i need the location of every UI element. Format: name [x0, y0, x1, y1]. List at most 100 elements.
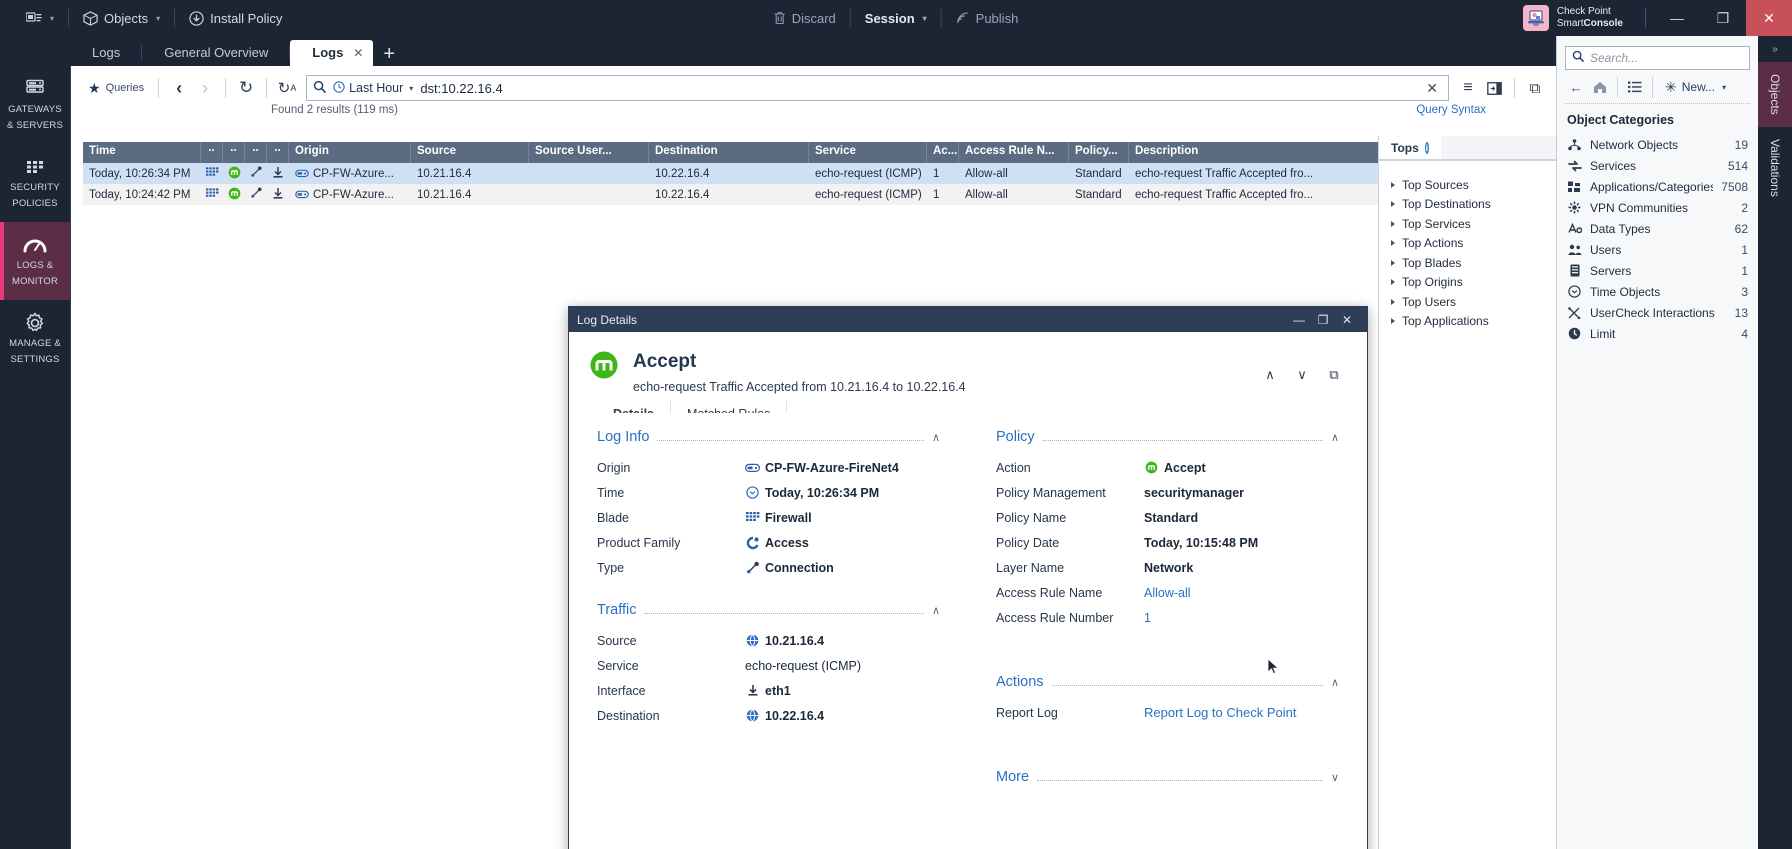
session-button[interactable]: Session ▾ — [853, 5, 939, 31]
auto-refresh-button[interactable]: ↻A — [274, 75, 300, 101]
close-button[interactable]: ✕ — [1746, 0, 1792, 36]
tops-item-top-origins[interactable]: Top Origins — [1391, 273, 1556, 293]
collapse-panel-icon[interactable]: » — [1758, 36, 1792, 62]
collapse-policy-icon[interactable]: ∧ — [1331, 431, 1339, 444]
home-icon[interactable] — [1589, 77, 1611, 97]
back-button[interactable]: ← — [1565, 77, 1587, 97]
table-row[interactable]: Today, 10:26:34 PM CP-FW-Azure... 10.21.… — [83, 163, 1544, 184]
tops-item-top-sources[interactable]: Top Sources — [1391, 175, 1556, 195]
query-syntax-link[interactable]: Query Syntax — [1416, 104, 1486, 116]
tops-item-top-applications[interactable]: Top Applications — [1391, 312, 1556, 332]
tops-item-top-actions[interactable]: Top Actions — [1391, 234, 1556, 254]
query-input-value[interactable]: dst:10.22.16.4 — [420, 81, 1415, 96]
copy-button[interactable]: ⧉ — [1321, 364, 1347, 386]
maximize-button[interactable]: ❐ — [1700, 0, 1746, 36]
dialog-close-button[interactable]: ✕ — [1335, 307, 1359, 332]
col-icon-4[interactable]: .. — [267, 142, 289, 163]
object-category-servers[interactable]: Servers 1 — [1557, 260, 1758, 281]
dialog-minimize-button[interactable]: — — [1287, 307, 1311, 332]
col-time[interactable]: Time — [83, 142, 201, 163]
tab-close-icon[interactable]: ✕ — [353, 46, 363, 60]
field-access-rule-number-value[interactable]: 1 — [1144, 611, 1151, 625]
object-category-data-types[interactable]: Data Types 62 — [1557, 218, 1758, 239]
refresh-button[interactable]: ↻ — [233, 75, 259, 101]
sidebar-item-security-policies[interactable]: SECURITY POLICIES — [0, 144, 70, 222]
right-rail: » Objects Validations — [1758, 36, 1792, 849]
field-blade-key: Blade — [597, 511, 745, 525]
object-category-network-objects[interactable]: Network Objects 19 — [1557, 134, 1758, 155]
col-action[interactable]: Ac... — [927, 142, 959, 163]
sidebar-item-logs-monitor[interactable]: LOGS & MONITOR — [0, 222, 70, 300]
object-category-limit[interactable]: Limit 4 — [1557, 323, 1758, 344]
previous-log-button[interactable]: ∧ — [1257, 364, 1283, 386]
list-icon[interactable] — [1624, 77, 1646, 97]
tops-item-top-services[interactable]: Top Services — [1391, 214, 1556, 234]
field-blade-value: Firewall — [745, 511, 812, 525]
detach-panel-button[interactable]: ⧉ — [1522, 75, 1548, 101]
dotted-rule — [644, 613, 923, 614]
interface-icon — [267, 187, 289, 203]
field-time-key: Time — [597, 486, 745, 500]
tab-logs-1[interactable]: Logs — [70, 40, 142, 66]
sidebar-item-manage-settings[interactable]: MANAGE & SETTINGS — [0, 300, 70, 378]
expand-more-icon[interactable]: ∨ — [1331, 771, 1339, 784]
col-source-user[interactable]: Source User... — [529, 142, 649, 163]
object-category-time-objects[interactable]: Time Objects 3 — [1557, 281, 1758, 302]
table-row[interactable]: Today, 10:24:42 PM CP-FW-Azure... 10.21.… — [83, 184, 1544, 205]
objects-search-box[interactable]: Search... — [1565, 46, 1750, 70]
session-menu-button[interactable]: ▾ — [14, 5, 66, 31]
time-range-selector[interactable]: Last Hour ▾ — [333, 81, 413, 96]
object-category-users[interactable]: Users 1 — [1557, 239, 1758, 260]
col-icon-3[interactable]: .. — [245, 142, 267, 163]
tops-item-top-destinations[interactable]: Top Destinations — [1391, 195, 1556, 215]
info-icon[interactable]: i — [1425, 142, 1429, 154]
rail-tab-objects[interactable]: Objects — [1758, 62, 1792, 127]
report-log-link[interactable]: Report Log to Check Point — [1144, 705, 1296, 720]
new-object-button[interactable]: ✳ New... ▾ — [1659, 79, 1732, 96]
col-icon-1[interactable]: .. — [201, 142, 223, 163]
forward-button[interactable]: › — [192, 75, 218, 101]
layout-toggle-button[interactable] — [1481, 75, 1507, 101]
col-access-rule-name[interactable]: Access Rule N... — [959, 142, 1069, 163]
col-origin[interactable]: Origin — [289, 142, 411, 163]
objects-menu-button[interactable]: Objects ▾ — [71, 5, 172, 31]
divider — [225, 78, 226, 98]
add-tab-button[interactable]: + — [373, 44, 405, 66]
section-traffic-title: Traffic — [597, 602, 636, 618]
dialog-title-bar[interactable]: Log Details — ❐ ✕ — [569, 307, 1367, 332]
rail-tab-validations[interactable]: Validations — [1758, 127, 1792, 209]
publish-button[interactable]: Publish — [944, 5, 1031, 31]
next-log-button[interactable]: ∨ — [1289, 364, 1315, 386]
clear-query-icon[interactable]: ✕ — [1422, 80, 1442, 97]
tab-general-overview[interactable]: General Overview — [142, 40, 290, 66]
found-results-text: Found 2 results (119 ms) — [271, 104, 398, 116]
object-category-services[interactable]: Services 514 — [1557, 155, 1758, 176]
object-category-applications[interactable]: Applications/Categories 7508 — [1557, 176, 1758, 197]
col-destination[interactable]: Destination — [649, 142, 809, 163]
collapse-traffic-icon[interactable]: ∧ — [932, 604, 940, 617]
collapse-actions-icon[interactable]: ∧ — [1331, 676, 1339, 689]
object-category-usercheck-interactions[interactable]: UserCheck Interactions 13 — [1557, 302, 1758, 323]
field-access-rule-name-value[interactable]: Allow-all — [1144, 586, 1191, 600]
section-log-info-title: Log Info — [597, 429, 649, 445]
query-options-button[interactable]: ≡ — [1455, 75, 1481, 101]
col-policy[interactable]: Policy... — [1069, 142, 1129, 163]
queries-button[interactable]: ★ Queries — [81, 77, 151, 100]
tab-logs-active[interactable]: Logs ✕ — [290, 40, 373, 66]
col-source[interactable]: Source — [411, 142, 529, 163]
tab-tops[interactable]: Tops i — [1379, 136, 1441, 160]
col-icon-2[interactable]: .. — [223, 142, 245, 163]
query-search-box[interactable]: Last Hour ▾ dst:10.22.16.4 ✕ — [306, 75, 1449, 101]
object-category-vpn-communities[interactable]: VPN Communities 2 — [1557, 197, 1758, 218]
install-policy-button[interactable]: Install Policy — [177, 5, 294, 31]
collapse-log-info-icon[interactable]: ∧ — [932, 431, 940, 444]
globe-icon — [745, 634, 760, 647]
tops-item-top-blades[interactable]: Top Blades — [1391, 253, 1556, 273]
dialog-maximize-button[interactable]: ❐ — [1311, 307, 1335, 332]
col-service[interactable]: Service — [809, 142, 927, 163]
back-button[interactable]: ‹ — [166, 75, 192, 101]
discard-button[interactable]: Discard — [762, 5, 848, 31]
sidebar-item-gateways-servers[interactable]: GATEWAYS & SERVERS — [0, 66, 70, 144]
tops-item-top-users[interactable]: Top Users — [1391, 292, 1556, 312]
minimize-button[interactable]: — — [1654, 0, 1700, 36]
